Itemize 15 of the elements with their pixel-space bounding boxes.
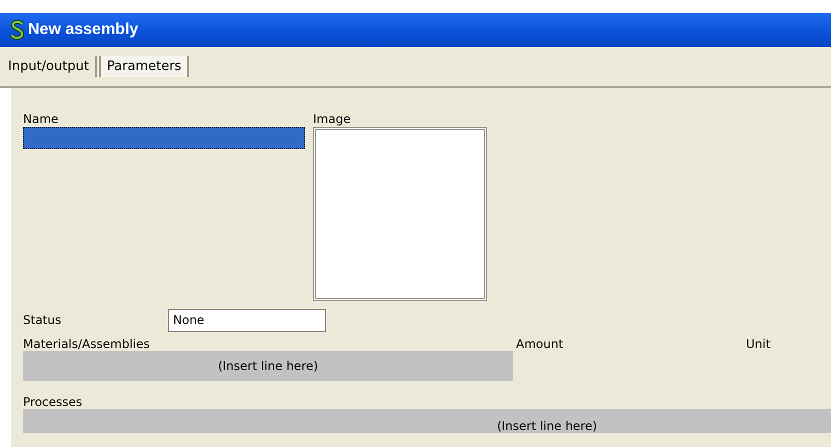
status-field[interactable]: None [168, 308, 326, 332]
field-label: Status [23, 313, 62, 327]
column-header: Amount [516, 337, 564, 351]
tab[interactable]: Parameters [98, 56, 190, 77]
image-box[interactable] [313, 127, 487, 301]
name-field[interactable] [23, 127, 305, 149]
insert-line-row[interactable]: (Insert line here) [23, 351, 513, 381]
column-header: Unit [746, 337, 770, 351]
window-title: New assembly [28, 21, 138, 39]
insert-line-row[interactable]: (Insert line here) [23, 409, 831, 433]
field-label: Name [23, 112, 60, 126]
column-header: Materials/Assemblies [23, 337, 151, 351]
section-label: Processes [22, 395, 84, 409]
app-icon [10, 20, 24, 40]
field-label: Image [313, 112, 352, 126]
